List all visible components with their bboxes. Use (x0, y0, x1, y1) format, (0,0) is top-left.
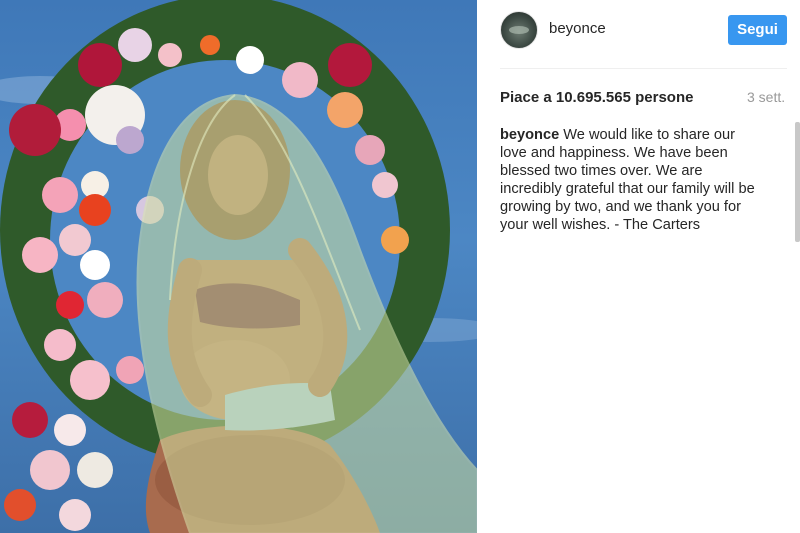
comments-scrollbar[interactable] (795, 122, 800, 242)
post-photo[interactable] (0, 0, 477, 533)
profile-avatar[interactable] (500, 11, 538, 49)
follow-button[interactable]: Segui (728, 15, 787, 45)
post-header: beyonce Segui (477, 0, 800, 68)
likes-count[interactable]: Piace a 10.695.565 persone (500, 89, 693, 106)
caption-username[interactable]: beyonce (500, 127, 559, 143)
post-photo-art (0, 0, 477, 533)
post-sidebar: beyonce Segui Piace a 10.695.565 persone… (477, 0, 800, 533)
post-time[interactable]: 3 sett. (747, 89, 785, 105)
header-username[interactable]: beyonce (549, 20, 606, 37)
header-divider (500, 68, 787, 69)
post-caption: beyonce We would like to share our love … (500, 126, 765, 234)
